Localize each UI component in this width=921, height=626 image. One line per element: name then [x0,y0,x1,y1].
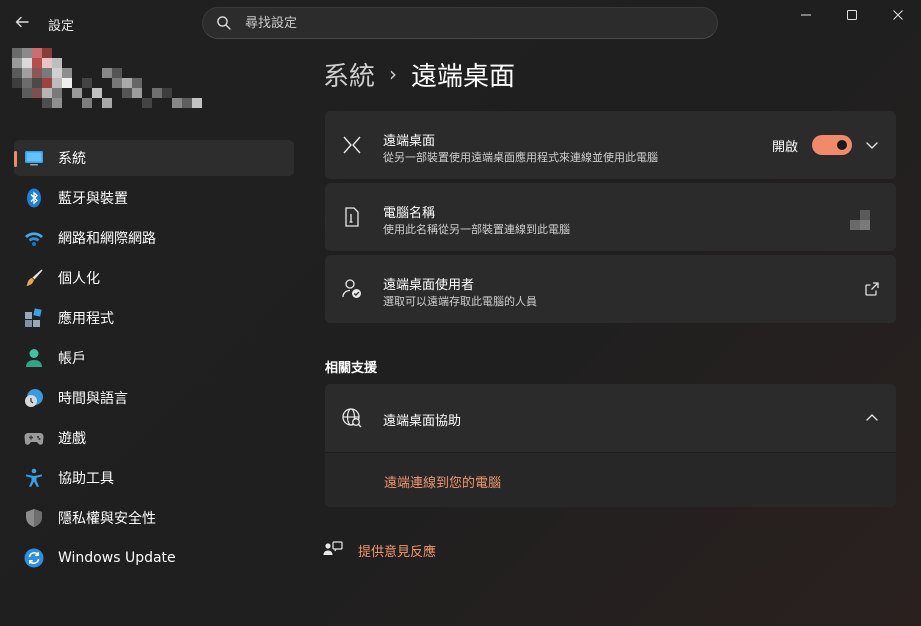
remote-connect-link[interactable]: 遠端連線到您的電腦 [384,472,501,491]
sidebar-item-accounts[interactable]: 帳戶 [14,340,294,376]
sidebar-item-label: 個人化 [58,271,100,287]
accessibility-icon [26,468,42,487]
breadcrumb: 系統 › 遠端桌面 [323,56,515,92]
remote-desktop-help-expander[interactable]: 遠端桌面協助 [325,384,896,452]
minimize-button[interactable] [783,0,829,30]
feedback-row[interactable]: 提供意見反應 [323,540,436,560]
sidebar-item-system[interactable]: 系統 [14,140,294,176]
sidebar-item-accessibility[interactable]: 協助工具 [14,460,294,496]
person-icon [26,349,42,367]
search-input[interactable] [245,13,705,33]
feedback-icon [323,541,343,555]
sidebar-item-label: 隱私權與安全性 [58,511,156,527]
update-icon [24,548,44,568]
maximize-icon [847,10,857,20]
search-box[interactable] [202,7,718,39]
sidebar-item-label: 應用程式 [58,311,114,327]
app-title: 設定 [48,19,75,34]
back-button[interactable] [10,10,34,34]
sidebar-item-bluetooth[interactable]: 藍牙與裝置 [14,180,294,216]
paintbrush-icon [26,269,43,286]
pc-name-card[interactable]: 電腦名稱 使用此名稱從另一部裝置連線到此電腦 [325,183,896,251]
pc-document-icon [345,207,359,227]
sidebar-nav: 系統 藍牙與裝置 網路和網際網路 個人化 應用程式 帳戶 時間與語言 遊戲 協助… [14,140,294,580]
remote-connection-icon [343,136,361,154]
close-icon [893,10,903,20]
remote-desktop-toggle[interactable] [812,135,852,155]
apps-icon [25,308,42,327]
sidebar-item-time-language[interactable]: 時間與語言 [14,380,294,416]
card-subtitle: 選取可以遠端存取此電腦的人員 [383,295,537,308]
user-check-icon [342,279,361,298]
sidebar-item-label: 藍牙與裝置 [58,191,128,207]
remote-desktop-card[interactable]: 遠端桌面 從另一部裝置使用遠端桌面應用程式來連線並使用此電腦 開啟 [325,111,896,179]
section-title: 相關支援 [325,361,378,376]
shield-icon [26,509,42,527]
sidebar-item-label: 時間與語言 [58,391,128,407]
sidebar-item-label: 網路和網際網路 [58,231,156,247]
card-title: 遠端桌面使用者 [383,278,475,293]
pixelated-pc-name [850,210,870,230]
avatar[interactable] [12,48,202,118]
card-title: 遠端桌面 [383,134,436,149]
toggle-state-label: 開啟 [772,140,799,155]
globe-search-icon [342,408,362,428]
wifi-icon [25,232,43,246]
card-subtitle: 從另一部裝置使用遠端桌面應用程式來連線並使用此電腦 [383,151,658,164]
search-icon [217,16,231,30]
sidebar-item-label: Windows Update [58,550,176,566]
sidebar-item-personalization[interactable]: 個人化 [14,260,294,296]
sidebar-item-apps[interactable]: 應用程式 [14,300,294,336]
remote-users-card[interactable]: 遠端桌面使用者 選取可以遠端存取此電腦的人員 [325,255,896,323]
bluetooth-icon [27,188,41,208]
minimize-icon [801,14,811,16]
sidebar-item-privacy-security[interactable]: 隱私權與安全性 [14,500,294,536]
help-expander-content: 遠端連線到您的電腦 [325,452,896,507]
page-title: 遠端桌面 [411,61,516,92]
sidebar-item-gaming[interactable]: 遊戲 [14,420,294,456]
clock-globe-icon [25,389,43,407]
pixelated-profile-image [12,48,202,108]
gamepad-icon [24,433,44,445]
chevron-up-icon[interactable] [864,410,880,426]
external-link-icon[interactable] [864,281,880,297]
sidebar-item-label: 系統 [58,151,86,167]
breadcrumb-parent[interactable]: 系統 [323,56,375,93]
breadcrumb-chevron-icon: › [389,62,398,86]
title-bar: 設定 [0,0,921,46]
sidebar-item-label: 帳戶 [58,351,86,367]
close-button[interactable] [875,0,921,30]
maximize-button[interactable] [829,0,875,30]
card-title: 電腦名稱 [383,206,436,221]
chevron-down-icon[interactable] [864,137,880,153]
feedback-link[interactable]: 提供意見反應 [358,541,436,560]
sidebar-item-label: 協助工具 [58,471,114,487]
back-arrow-icon [15,16,29,28]
sidebar-item-windows-update[interactable]: Windows Update [14,540,294,576]
sidebar-item-label: 遊戲 [58,431,86,447]
monitor-icon [25,151,43,166]
sidebar-item-network[interactable]: 網路和網際網路 [14,220,294,256]
card-subtitle: 使用此名稱從另一部裝置連線到此電腦 [383,223,570,236]
toggle-knob [837,140,847,150]
card-title: 遠端桌面協助 [383,414,462,429]
